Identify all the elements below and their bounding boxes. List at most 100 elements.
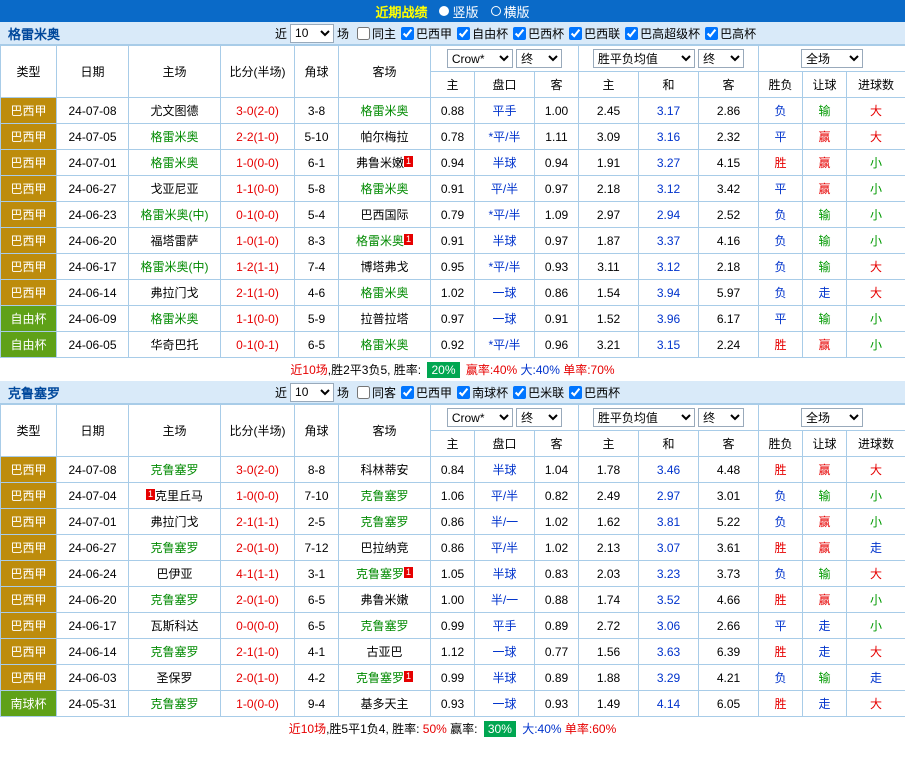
score-cell[interactable]: 0-1(0-0) [221,202,295,228]
league-checkbox[interactable]: 巴米联 [513,384,564,401]
away-team-cell[interactable]: 格雷米奥 [339,280,431,306]
score-cell[interactable]: 1-0(0-0) [221,691,295,717]
score-cell[interactable]: 1-0(1-0) [221,228,295,254]
match-count-select[interactable]: 10 [290,24,334,43]
team-link[interactable]: 科林蒂安 [360,463,408,477]
team-link[interactable]: 克鲁塞罗 [150,593,198,607]
league-checkbox[interactable]: 巴高超级杯 [625,25,700,42]
away-team-cell[interactable]: 博塔弗戈 [339,254,431,280]
home-team-cell[interactable]: 格雷米奥 [129,306,221,332]
away-team-cell[interactable]: 科林蒂安 [339,457,431,483]
score-cell[interactable]: 2-0(1-0) [221,665,295,691]
same-venue-checkbox-input[interactable] [357,27,370,40]
away-team-cell[interactable]: 拉普拉塔 [339,306,431,332]
league-checkbox[interactable]: 自由杯 [457,25,508,42]
team-link[interactable]: 格雷米奥 [360,286,408,300]
score-cell[interactable]: 1-0(0-0) [221,483,295,509]
team-link[interactable]: 巴拉纳竞 [360,541,408,555]
team-link[interactable]: 巴伊亚 [156,567,192,581]
league-checkbox[interactable]: 巴西杯 [569,384,620,401]
score-cell[interactable]: 0-1(0-1) [221,332,295,358]
score-cell[interactable]: 1-1(0-0) [221,176,295,202]
team-link[interactable]: 博塔弗戈 [360,260,408,274]
team-link[interactable]: 弗鲁米嫩 [360,593,408,607]
home-team-cell[interactable]: 克鲁塞罗 [129,535,221,561]
team-link[interactable]: 格雷米奥 [150,130,198,144]
score-cell[interactable]: 2-1(1-1) [221,509,295,535]
home-team-cell[interactable]: 格雷米奥(中) [129,254,221,280]
away-team-cell[interactable]: 克鲁塞罗1 [339,665,431,691]
team-link[interactable]: 弗鲁米嫩 [356,156,404,170]
league-checkbox[interactable]: 巴西甲 [401,25,452,42]
league-checkbox-input[interactable] [457,386,470,399]
home-team-cell[interactable]: 克鲁塞罗 [129,587,221,613]
league-checkbox[interactable]: 巴西杯 [513,25,564,42]
score-cell[interactable]: 2-0(1-0) [221,587,295,613]
league-checkbox-input[interactable] [401,27,414,40]
score-cell[interactable]: 3-0(2-0) [221,98,295,124]
team-link[interactable]: 圣保罗 [156,671,192,685]
team-link[interactable]: 克鲁塞罗 [150,645,198,659]
team-link[interactable]: 克鲁塞罗 [356,567,404,581]
team-link[interactable]: 福塔雷萨 [150,234,198,248]
away-team-cell[interactable]: 格雷米奥1 [339,228,431,254]
odds-final-select[interactable]: 终 [516,49,562,68]
team-link[interactable]: 格雷米奥 [360,182,408,196]
away-team-cell[interactable]: 克鲁塞罗 [339,613,431,639]
team-link[interactable]: 格雷米奥(中) [141,208,209,222]
europe-avg-select[interactable]: 胜平负均值 [593,49,695,68]
league-checkbox-input[interactable] [457,27,470,40]
team-link[interactable]: 弗拉门戈 [150,286,198,300]
home-team-cell[interactable]: 弗拉门戈 [129,280,221,306]
team-link[interactable]: 瓦斯科达 [150,619,198,633]
league-checkbox-input[interactable] [513,386,526,399]
team-link[interactable]: 华奇巴托 [150,338,198,352]
away-team-cell[interactable]: 巴西国际 [339,202,431,228]
radio-vertical-layout[interactable]: 竖版 [439,2,478,21]
home-team-cell[interactable]: 格雷米奥 [129,150,221,176]
team-link[interactable]: 巴西国际 [360,208,408,222]
home-team-cell[interactable]: 格雷米奥(中) [129,202,221,228]
team-link[interactable]: 克鲁塞罗 [150,463,198,477]
league-checkbox-input[interactable] [625,27,638,40]
europe-avg-select[interactable]: 胜平负均值 [593,408,695,427]
team-link[interactable]: 克鲁塞罗 [360,619,408,633]
same-venue-checkbox[interactable]: 同主 [357,25,396,42]
home-team-cell[interactable]: 戈亚尼亚 [129,176,221,202]
odds-company-select[interactable]: Crow* [447,49,513,68]
odds-final-select[interactable]: 终 [516,408,562,427]
home-team-cell[interactable]: 克鲁塞罗 [129,457,221,483]
score-cell[interactable]: 4-1(1-1) [221,561,295,587]
league-checkbox-input[interactable] [513,27,526,40]
league-checkbox-input[interactable] [401,386,414,399]
score-cell[interactable]: 2-0(1-0) [221,535,295,561]
away-team-cell[interactable]: 弗鲁米嫩1 [339,150,431,176]
league-checkbox-input[interactable] [569,386,582,399]
radio-horizontal-layout[interactable]: 横版 [491,2,530,21]
match-count-select[interactable]: 10 [290,383,334,402]
score-cell[interactable]: 1-1(0-0) [221,306,295,332]
league-checkbox-input[interactable] [705,27,718,40]
team-link[interactable]: 拉普拉塔 [360,312,408,326]
same-venue-checkbox-input[interactable] [357,386,370,399]
team-link[interactable]: 尤文图德 [150,104,198,118]
home-team-cell[interactable]: 福塔雷萨 [129,228,221,254]
score-cell[interactable]: 3-0(2-0) [221,457,295,483]
home-team-cell[interactable]: 弗拉门戈 [129,509,221,535]
home-team-cell[interactable]: 圣保罗 [129,665,221,691]
team-link[interactable]: 克鲁塞罗 [150,697,198,711]
home-team-cell[interactable]: 尤文图德 [129,98,221,124]
score-cell[interactable]: 1-2(1-1) [221,254,295,280]
league-checkbox[interactable]: 巴西甲 [401,384,452,401]
away-team-cell[interactable]: 帕尔梅拉 [339,124,431,150]
away-team-cell[interactable]: 弗鲁米嫩 [339,587,431,613]
team-link[interactable]: 克里丘马 [155,489,203,503]
team-link[interactable]: 格雷米奥 [360,104,408,118]
home-team-cell[interactable]: 华奇巴托 [129,332,221,358]
league-checkbox[interactable]: 巴高杯 [705,25,756,42]
home-team-cell[interactable]: 1克里丘马 [129,483,221,509]
team-link[interactable]: 古亚巴 [366,645,402,659]
team-link[interactable]: 格雷米奥 [150,312,198,326]
away-team-cell[interactable]: 格雷米奥 [339,332,431,358]
team-link[interactable]: 格雷米奥 [360,338,408,352]
